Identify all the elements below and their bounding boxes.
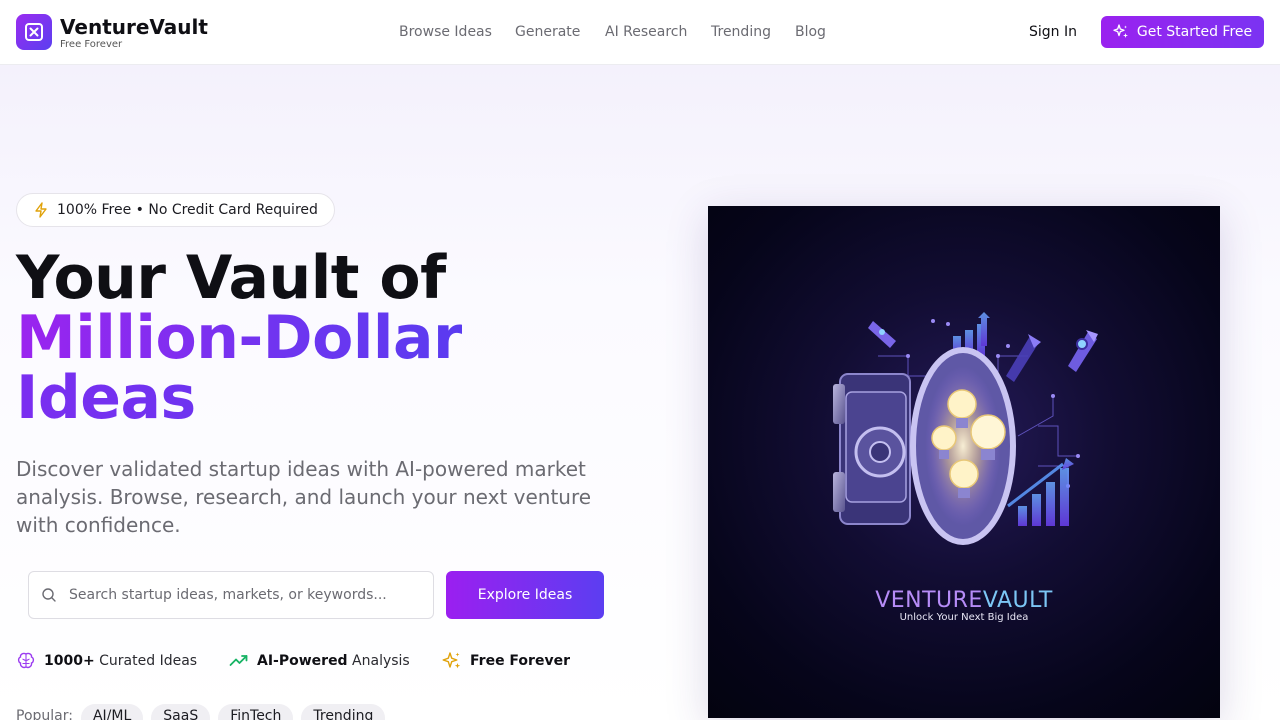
tag-fintech[interactable]: FinTech	[218, 704, 294, 720]
feature-2-text: Analysis	[347, 653, 410, 669]
search-icon	[42, 588, 56, 602]
nav-ai-research[interactable]: AI Research	[605, 22, 687, 42]
feature-3-bold: Free Forever	[470, 653, 570, 669]
get-started-button[interactable]: Get Started Free	[1101, 16, 1264, 48]
image-brand-title: VENTUREVAULT	[708, 588, 1220, 613]
lightning-icon	[35, 202, 47, 218]
feature-2-bold: AI-Powered	[257, 653, 348, 669]
nav-browse-ideas[interactable]: Browse Ideas	[399, 22, 492, 42]
brain-icon	[17, 652, 35, 669]
sign-in-link[interactable]: Sign In	[1029, 22, 1077, 42]
image-title-part1: VENTURE	[875, 588, 983, 613]
hero-title: Your Vault of Million-Dollar Ideas	[16, 243, 463, 428]
search-input[interactable]	[69, 587, 409, 603]
logo-icon[interactable]	[16, 14, 52, 50]
get-started-label: Get Started Free	[1136, 24, 1253, 40]
explore-ideas-button[interactable]: Explore Ideas	[446, 571, 604, 619]
hero-illustration: VENTUREVAULT Unlock Your Next Big Idea	[708, 206, 1220, 718]
popular-label: Popular:	[16, 708, 73, 720]
brand-name[interactable]: VentureVault	[60, 15, 208, 39]
trending-up-icon	[229, 655, 248, 666]
nav-trending[interactable]: Trending	[711, 22, 771, 42]
site-header: VentureVault Free Forever Browse Ideas G…	[0, 0, 1280, 65]
image-title-part2: VAULT	[982, 588, 1053, 613]
brand-tagline: Free Forever	[60, 39, 123, 50]
free-badge: 100% Free • No Credit Card Required	[16, 193, 335, 227]
nav-blog[interactable]: Blog	[795, 22, 826, 42]
feature-1-bold: 1000+	[44, 653, 95, 669]
hero-title-line2: Million-Dollar	[16, 303, 463, 373]
feature-1-text: Curated Ideas	[94, 653, 198, 669]
vault-illustration	[833, 312, 1098, 545]
tag-ai-ml[interactable]: AI/ML	[80, 704, 144, 720]
nav-generate[interactable]: Generate	[515, 22, 580, 42]
image-tagline: Unlock Your Next Big Idea	[899, 612, 1029, 623]
popular-tags: Popular: AI/ML SaaS FinTech Trending	[16, 704, 386, 720]
tag-trending[interactable]: Trending	[301, 704, 386, 720]
search-box[interactable]	[28, 571, 434, 619]
hero-title-line1: Your Vault of	[16, 243, 446, 313]
feature-free-forever: Free Forever	[442, 650, 570, 672]
hero-title-line3: Ideas	[16, 368, 462, 428]
feature-ai-analysis: AI-Powered Analysis	[229, 650, 410, 672]
tag-saas[interactable]: SaaS	[151, 704, 211, 720]
hero-subtitle: Discover validated startup ideas with AI…	[16, 457, 592, 537]
badge-text: 100% Free • No Credit Card Required	[57, 202, 318, 218]
sparkles-icon	[442, 652, 461, 669]
feature-curated-ideas: 1000+ Curated Ideas	[16, 650, 197, 672]
sparkles-icon	[1113, 24, 1128, 38]
